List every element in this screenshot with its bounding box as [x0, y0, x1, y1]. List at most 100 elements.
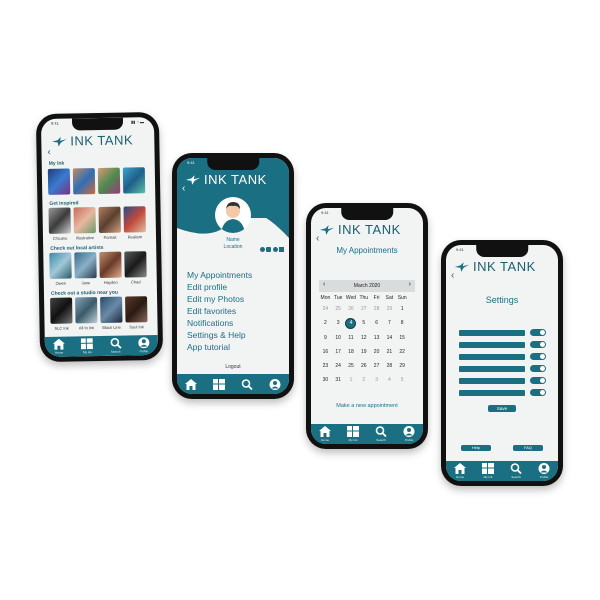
my-ink-thumb[interactable]: [97, 167, 121, 195]
calendar-day-selected[interactable]: 4: [346, 319, 356, 328]
tab-my-ink[interactable]: My Ink: [347, 426, 359, 442]
instagram-icon[interactable]: [266, 247, 271, 252]
setting-toggle[interactable]: [530, 365, 546, 372]
menu-edit-photos[interactable]: Edit my Photos: [187, 294, 244, 304]
calendar-day[interactable]: 21: [383, 349, 396, 356]
setting-toggle[interactable]: [530, 389, 546, 396]
artist-card[interactable]: Jane: [74, 252, 97, 285]
calendar-day[interactable]: 20: [370, 349, 383, 356]
tab-home[interactable]: Home: [454, 463, 466, 479]
calendar-day[interactable]: 13: [370, 335, 383, 342]
style-card[interactable]: Realism: [123, 206, 146, 240]
calendar-day[interactable]: 31: [332, 377, 345, 384]
calendar-day[interactable]: 28: [370, 306, 383, 313]
menu-app-tutorial[interactable]: App tutorial: [187, 342, 230, 352]
calendar-day[interactable]: 16: [319, 349, 332, 356]
calendar-day[interactable]: 14: [383, 335, 396, 342]
menu-edit-profile[interactable]: Edit profile: [187, 282, 227, 292]
calendar-day[interactable]: 24: [319, 306, 332, 313]
pinterest-icon[interactable]: [272, 247, 278, 252]
calendar-day[interactable]: 17: [332, 349, 345, 356]
tab-profile[interactable]: Profile: [538, 463, 550, 479]
my-ink-thumb[interactable]: [47, 168, 71, 195]
tab-my-ink[interactable]: My Ink: [81, 338, 94, 354]
style-card[interactable]: Illustrative: [73, 207, 96, 240]
calendar-day[interactable]: 3: [332, 320, 345, 327]
calendar-day[interactable]: 7: [383, 320, 396, 327]
calendar-day[interactable]: 2: [357, 377, 370, 384]
calendar-day[interactable]: 25: [332, 306, 345, 313]
calendar-day[interactable]: 29: [396, 363, 409, 370]
calendar-day[interactable]: 26: [357, 363, 370, 370]
tab-profile[interactable]: Profile: [403, 426, 415, 442]
my-ink-thumb[interactable]: [72, 168, 96, 195]
calendar-day[interactable]: 23: [319, 363, 332, 370]
calendar-day[interactable]: 11: [345, 335, 358, 342]
calendar-day[interactable]: 27: [357, 306, 370, 313]
calendar-day[interactable]: 9: [319, 335, 332, 342]
tab-profile[interactable]: Profile: [138, 337, 150, 353]
calendar-day[interactable]: 1: [345, 377, 358, 384]
back-chevron-icon[interactable]: ‹: [47, 147, 51, 158]
tab-home[interactable]: [185, 378, 197, 390]
save-button[interactable]: Save: [488, 405, 516, 412]
my-ink-thumb[interactable]: ★: [122, 167, 146, 194]
studio-card[interactable]: Soul Ink: [125, 296, 148, 329]
setting-toggle[interactable]: [530, 377, 546, 384]
calendar-day[interactable]: 1: [396, 306, 409, 313]
tab-search[interactable]: Search: [375, 426, 387, 442]
menu-notifications[interactable]: Notifications: [187, 318, 233, 328]
setting-toggle[interactable]: [530, 353, 546, 360]
tab-home[interactable]: Home: [319, 426, 331, 442]
calendar-day[interactable]: 24: [332, 363, 345, 370]
new-appointment-link[interactable]: Make a new appointment: [311, 403, 423, 409]
calendar-day[interactable]: 19: [357, 349, 370, 356]
calendar-day[interactable]: 5: [396, 377, 409, 384]
star-icon[interactable]: ★: [137, 169, 143, 177]
help-button[interactable]: Help: [461, 445, 491, 451]
tab-my-ink[interactable]: My Ink: [482, 463, 494, 479]
calendar-day[interactable]: 27: [370, 363, 383, 370]
calendar-day[interactable]: 10: [332, 335, 345, 342]
menu-my-appointments[interactable]: My Appointments: [187, 270, 252, 280]
calendar-day[interactable]: 22: [396, 349, 409, 356]
calendar-day[interactable]: 28: [383, 363, 396, 370]
tab-search[interactable]: Search: [109, 337, 122, 354]
setting-toggle[interactable]: [530, 341, 546, 348]
studio-card[interactable]: SLC Ink: [50, 297, 73, 331]
next-month-icon[interactable]: ›: [409, 281, 411, 288]
calendar-day[interactable]: 29: [383, 306, 396, 313]
avatar[interactable]: [215, 197, 251, 233]
tab-my-ink[interactable]: [213, 378, 225, 390]
tab-search[interactable]: Search: [510, 463, 522, 479]
back-chevron-icon[interactable]: ‹: [316, 233, 319, 244]
calendar-day[interactable]: 4: [383, 377, 396, 384]
studio-card[interactable]: Black Line: [100, 296, 123, 330]
facebook-icon[interactable]: [259, 247, 265, 252]
style-card[interactable]: Portrait: [98, 206, 121, 240]
tab-search[interactable]: [241, 378, 253, 390]
calendar-day[interactable]: 5: [357, 320, 370, 327]
artist-card[interactable]: Owen: [49, 252, 72, 286]
calendar-day[interactable]: 3: [370, 377, 383, 384]
calendar-day[interactable]: 30: [319, 377, 332, 384]
faq-button[interactable]: FAQ: [513, 445, 543, 451]
menu-edit-favorites[interactable]: Edit favorites: [187, 306, 236, 316]
tab-home[interactable]: Home: [52, 338, 65, 355]
calendar-day[interactable]: 18: [345, 349, 358, 356]
artist-card[interactable]: Chad: [124, 251, 147, 284]
artist-card[interactable]: Hayden: [99, 251, 122, 285]
calendar-day[interactable]: 12: [357, 335, 370, 342]
calendar-day[interactable]: 25: [345, 363, 358, 370]
twitter-icon[interactable]: [279, 247, 284, 252]
back-chevron-icon[interactable]: ‹: [451, 270, 454, 281]
calendar-day[interactable]: 2: [319, 320, 332, 327]
calendar-day[interactable]: 15: [396, 335, 409, 342]
calendar-day[interactable]: 26: [345, 306, 358, 313]
setting-toggle[interactable]: [530, 329, 546, 336]
menu-settings-help[interactable]: Settings & Help: [187, 330, 246, 340]
logout-link[interactable]: Logout: [177, 364, 289, 370]
style-card[interactable]: Chicano: [48, 207, 71, 241]
calendar-day[interactable]: 8: [396, 320, 409, 327]
tab-profile[interactable]: [269, 378, 281, 390]
